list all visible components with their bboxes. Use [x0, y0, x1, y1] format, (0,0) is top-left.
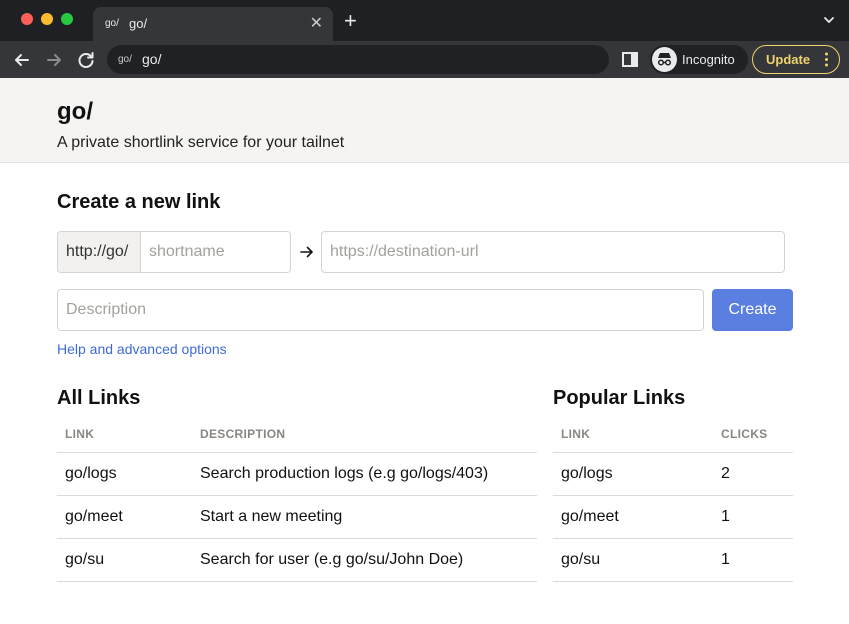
clicks-cell: 1: [713, 538, 793, 582]
link-cell[interactable]: go/logs: [65, 465, 117, 482]
all-links-table: LINK DESCRIPTION go/logs Search producti…: [57, 416, 537, 582]
link-cell[interactable]: go/meet: [561, 508, 619, 525]
table-row: go/meet 1: [553, 495, 793, 539]
link-cell[interactable]: go/meet: [65, 508, 123, 525]
site-favicon: go/: [118, 54, 132, 65]
title-bar: go/ go/ ✕ +: [0, 0, 849, 41]
minimize-window-button[interactable]: [41, 13, 53, 25]
link-cell[interactable]: go/logs: [561, 465, 613, 482]
incognito-label: Incognito: [682, 52, 735, 67]
shortname-group: http://go/: [57, 231, 291, 273]
description-input[interactable]: [57, 289, 704, 331]
browser-tab[interactable]: go/ go/ ✕: [93, 7, 333, 41]
table-row: go/logs 2: [553, 452, 793, 496]
tab-favicon: go/: [105, 18, 119, 29]
all-links-heading: All Links: [57, 387, 141, 409]
incognito-indicator[interactable]: Incognito: [650, 45, 748, 74]
description-cell: Search production logs (e.g go/logs/403): [192, 452, 537, 496]
back-icon[interactable]: [11, 49, 33, 71]
column-header-link: LINK: [553, 416, 713, 453]
popular-links-table: LINK CLICKS go/logs 2 go/meet 1 go/su 1: [553, 416, 793, 582]
update-label: Update: [766, 52, 811, 67]
browser-toolbar: go/ go/ Incognito Update: [0, 41, 849, 78]
page-title: go/: [57, 98, 93, 125]
close-window-button[interactable]: [21, 13, 33, 25]
table-row: go/logs Search production logs (e.g go/l…: [57, 452, 537, 496]
clicks-cell: 1: [713, 495, 793, 539]
tab-title: go/: [129, 16, 148, 31]
address-bar[interactable]: go/ go/: [107, 45, 609, 74]
close-icon[interactable]: ✕: [310, 13, 323, 33]
clicks-cell: 2: [713, 452, 793, 496]
shortname-prefix: http://go/: [58, 232, 141, 272]
shortname-input[interactable]: [142, 232, 290, 272]
arrow-right-icon: [300, 246, 313, 258]
incognito-icon: [652, 47, 677, 72]
table-row: go/su Search for user (e.g go/su/John Do…: [57, 538, 537, 582]
page-header: go/ A private shortlink service for your…: [0, 78, 849, 163]
description-cell: Search for user (e.g go/su/John Doe): [192, 538, 537, 582]
side-panel-icon[interactable]: [622, 52, 638, 67]
maximize-window-button[interactable]: [61, 13, 73, 25]
popular-links-heading: Popular Links: [553, 387, 686, 409]
table-header-row: LINK DESCRIPTION: [57, 416, 537, 453]
page-tagline: A private shortlink service for your tai…: [57, 134, 345, 151]
create-button[interactable]: Create: [712, 289, 793, 331]
reload-icon[interactable]: [75, 49, 97, 71]
link-cell[interactable]: go/su: [65, 551, 104, 568]
link-cell[interactable]: go/su: [561, 551, 600, 568]
column-header-description: DESCRIPTION: [192, 416, 537, 453]
more-vert-icon[interactable]: [825, 52, 828, 67]
plus-icon[interactable]: +: [344, 10, 357, 32]
table-header-row: LINK CLICKS: [553, 416, 793, 453]
table-row: go/meet Start a new meeting: [57, 495, 537, 539]
table-row: go/su 1: [553, 538, 793, 582]
column-header-link: LINK: [57, 416, 192, 453]
destination-url-input[interactable]: [321, 231, 785, 273]
update-button[interactable]: Update: [752, 45, 840, 74]
chevron-down-icon[interactable]: [823, 14, 835, 26]
help-advanced-link[interactable]: Help and advanced options: [57, 341, 227, 357]
description-cell: Start a new meeting: [192, 495, 537, 539]
column-header-clicks: CLICKS: [713, 416, 793, 453]
address-url[interactable]: go/: [142, 51, 161, 67]
create-link-heading: Create a new link: [57, 191, 221, 213]
forward-icon[interactable]: [43, 49, 65, 71]
